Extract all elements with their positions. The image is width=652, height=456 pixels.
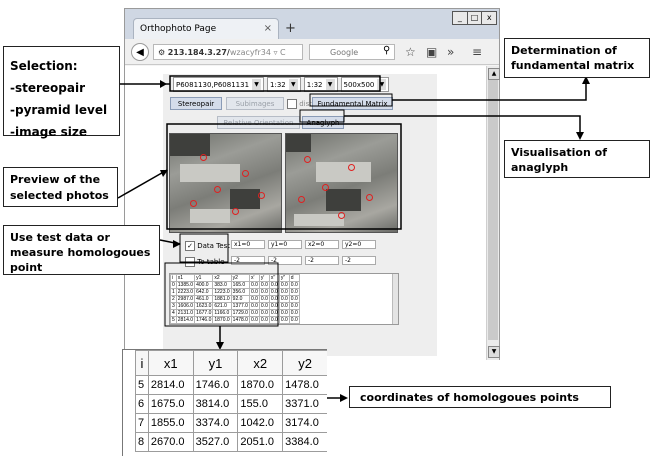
zoom-table-cell: 6 <box>135 394 149 414</box>
testdata-highlight <box>179 233 229 263</box>
zoom-table-cell: 3384.0 <box>282 432 327 452</box>
zoom-table-row: 8 2670.0 3527.0 2051.0 3384.0 <box>135 432 327 452</box>
zoom-table-cell: 1855.0 <box>147 413 194 433</box>
zoom-table-cell: 1675.0 <box>147 394 194 414</box>
selection-callout-title: Selection: <box>10 59 78 73</box>
zoom-table-cell: 1478.0 <box>282 375 327 395</box>
zoom-table-cell: 1042.0 <box>237 413 284 433</box>
zoom-table-cell: 5 <box>135 375 149 395</box>
zoom-table-cell: 2051.0 <box>237 432 284 452</box>
selection-item-size: -image size <box>10 125 87 139</box>
arrow-head-icon <box>576 132 584 140</box>
fundamental-highlight <box>309 93 393 107</box>
zoom-table-cell: 7 <box>135 413 149 433</box>
zoom-table-cell: 3174.0 <box>282 413 327 433</box>
zoom-table-cell: 1870.0 <box>237 375 284 395</box>
fundamental-connector <box>392 80 587 101</box>
arrow-head-icon <box>340 394 348 402</box>
zoom-header-cell: i <box>135 350 149 376</box>
zoomed-points-table: i x1 y1 x2 y2 5 2814.0 1746.0 1870.0 1478.0 6 1675… <box>135 350 327 452</box>
anaglyph-connector <box>344 115 581 136</box>
zoom-table-row: 6 1675.0 3814.0 155.0 3371.0 <box>135 394 327 414</box>
zoom-table-cell: 8 <box>135 432 149 452</box>
table-highlight <box>164 262 279 327</box>
zoom-header-cell: x2 <box>237 350 284 376</box>
zoom-table-cell: 3374.0 <box>192 413 239 433</box>
zoom-header-cell: y2 <box>282 350 327 376</box>
zoom-table-row: 7 1855.0 3374.0 1042.0 3174.0 <box>135 413 327 433</box>
testdata-callout: Use test data or measure homologoues poi… <box>3 225 160 275</box>
zoom-header-cell: y1 <box>192 350 239 376</box>
zoom-header-cell: x1 <box>147 350 194 376</box>
selection-item-pyramid: -pyramid level <box>10 103 108 117</box>
anaglyph-highlight <box>299 109 345 123</box>
arrow-head-icon <box>160 80 167 88</box>
zoom-table-cell: 155.0 <box>237 394 284 414</box>
preview-connector <box>117 169 168 199</box>
zoomed-table-panel: i x1 y1 x2 y2 5 2814.0 1746.0 1870.0 1478.0 6 1675… <box>122 349 327 456</box>
zoom-table-cell: 3527.0 <box>192 432 239 452</box>
preview-callout: Preview of the selected photos <box>3 167 118 207</box>
zoom-table-cell: 1746.0 <box>192 375 239 395</box>
zoom-table-cell: 3814.0 <box>192 394 239 414</box>
fundamental-callout: Determination of fundamental matrix <box>504 38 650 78</box>
zoom-table-cell: 3371.0 <box>282 394 327 414</box>
zoom-table-row: 5 2814.0 1746.0 1870.0 1478.0 <box>135 375 327 395</box>
zoom-table-cell: 2814.0 <box>147 375 194 395</box>
selection-callout: Selection: -stereopair -pyramid level -i… <box>3 46 120 139</box>
selection-highlight <box>169 75 381 92</box>
preview-highlight <box>166 123 402 230</box>
zoom-table-cell: 2670.0 <box>147 432 194 452</box>
selection-item-stereopair: -stereopair <box>10 81 86 95</box>
anaglyph-callout: Visualisation of anaglyph <box>504 140 650 178</box>
coords-callout: coordinates of homologoues points <box>349 386 611 408</box>
